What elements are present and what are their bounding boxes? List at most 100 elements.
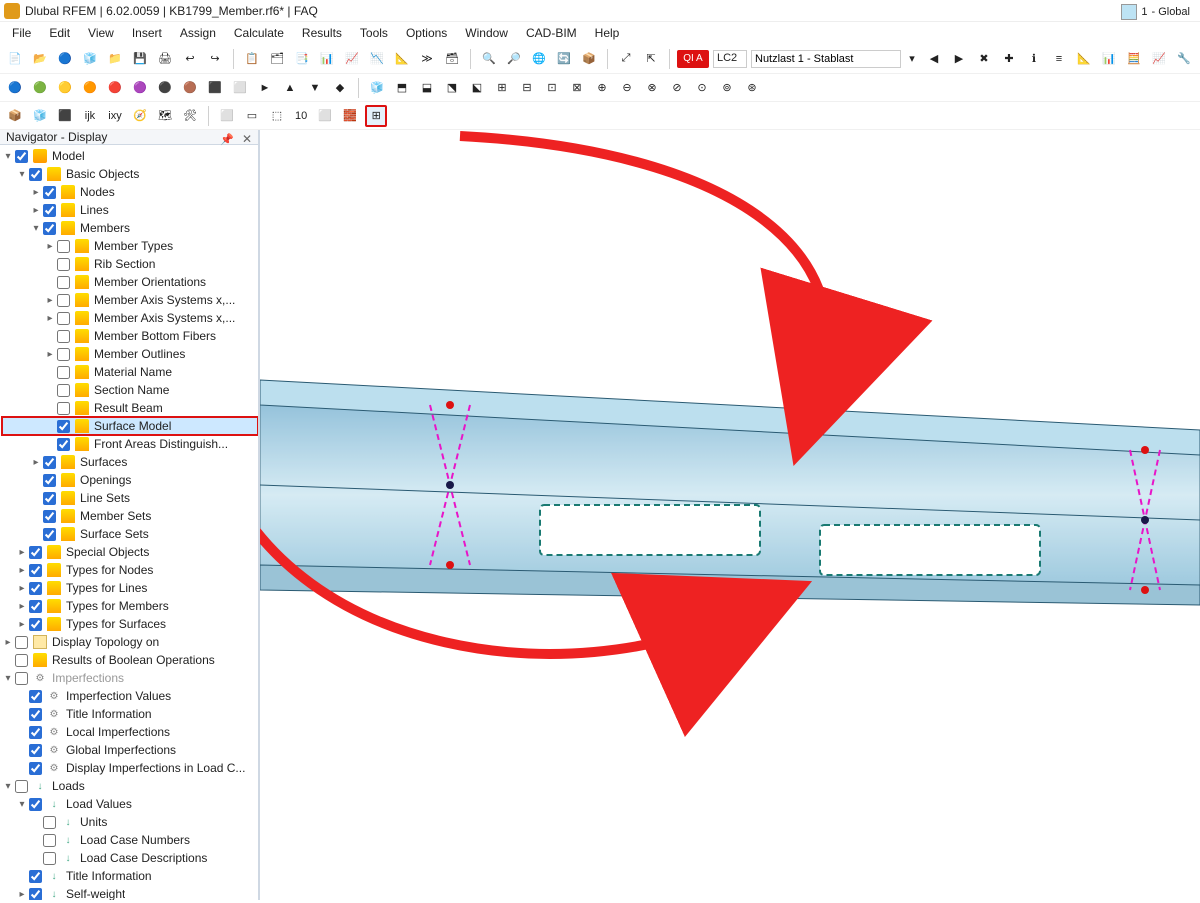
tree-lines[interactable]: ▸Lines (2, 201, 258, 219)
tree-line-sets[interactable]: Line Sets (2, 489, 258, 507)
tb-nav-calc-icon[interactable]: 🧮 (1123, 48, 1145, 70)
tb3-v1-icon[interactable]: ⬜ (216, 105, 238, 127)
menu-help[interactable]: Help (587, 24, 628, 42)
tree-openings[interactable]: Openings (2, 471, 258, 489)
load-case-dropdown[interactable] (751, 50, 901, 68)
tb3-a7-icon[interactable]: 🗺 (154, 105, 176, 127)
quality-badge[interactable]: QI A (677, 50, 709, 68)
tb-nav-chart-icon[interactable]: 📊 (1098, 48, 1120, 70)
tb2-c4-icon[interactable]: 🟠 (79, 77, 101, 99)
tb-box-icon[interactable]: 🗃 (441, 48, 463, 70)
fe-mesh-icon[interactable]: ⊞ (365, 105, 387, 127)
tb2-c12-icon[interactable]: ▲ (279, 77, 301, 99)
tree-rib-section[interactable]: Rib Section (2, 255, 258, 273)
tb-nav-next-icon[interactable]: ▶ (948, 48, 970, 70)
tb-nav-prev-icon[interactable]: ◀ (923, 48, 945, 70)
tree-types-nodes[interactable]: ▸Types for Nodes (2, 561, 258, 579)
tb2-v7-icon[interactable]: ⊟ (516, 77, 538, 99)
tree-section[interactable]: Section Name (2, 381, 258, 399)
tree-local-imp[interactable]: ⚙Local Imperfections (2, 723, 258, 741)
tree-nodes[interactable]: ▸Nodes (2, 183, 258, 201)
tree-types-members[interactable]: ▸Types for Members (2, 597, 258, 615)
tb-nav-info-icon[interactable]: ℹ (1023, 48, 1045, 70)
menu-insert[interactable]: Insert (124, 24, 170, 42)
tb2-c6-icon[interactable]: 🟣 (129, 77, 151, 99)
tree-model[interactable]: ▾Model (2, 147, 258, 165)
model-viewport[interactable] (260, 130, 1200, 900)
tb-undo-icon[interactable]: ↩ (179, 48, 201, 70)
tree-axis1[interactable]: ▸Member Axis Systems x,... (2, 291, 258, 309)
tb-graph3-icon[interactable]: 📉 (366, 48, 388, 70)
tree-self-weight[interactable]: ▸↓Self-weight (2, 885, 258, 900)
tree-bool-results[interactable]: Results of Boolean Operations (2, 651, 258, 669)
tb-arrow2-icon[interactable]: ⇱ (640, 48, 662, 70)
tb2-v5-icon[interactable]: ⬕ (466, 77, 488, 99)
menu-window[interactable]: Window (457, 24, 516, 42)
tb2-c14-icon[interactable]: ◆ (329, 77, 351, 99)
tb2-c5-icon[interactable]: 🔴 (104, 77, 126, 99)
tb-table1-icon[interactable]: 📋 (241, 48, 263, 70)
tb2-v6-icon[interactable]: ⊞ (491, 77, 513, 99)
menu-edit[interactable]: Edit (41, 24, 78, 42)
tree-lc-numbers[interactable]: ↓Load Case Numbers (2, 831, 258, 849)
tb-open-icon[interactable]: 📂 (29, 48, 51, 70)
tb2-v16-icon[interactable]: ⊛ (741, 77, 763, 99)
tree-member-orient[interactable]: Member Orientations (2, 273, 258, 291)
tree-surface-sets[interactable]: Surface Sets (2, 525, 258, 543)
tb3-v3-icon[interactable]: ⬚ (266, 105, 288, 127)
tb-nav-list-icon[interactable]: ≡ (1048, 48, 1070, 70)
tb3-a8-icon[interactable]: 🛠 (179, 105, 201, 127)
tb2-v9-icon[interactable]: ⊠ (566, 77, 588, 99)
tree-surface-model[interactable]: Surface Model (2, 417, 258, 435)
tb-nav-add-icon[interactable]: ✚ (998, 48, 1020, 70)
tb-table2-icon[interactable]: 🗂 (266, 48, 288, 70)
tree-imperfections[interactable]: ▾⚙Imperfections (2, 669, 258, 687)
load-case-code[interactable]: LC2 (713, 50, 747, 68)
tree-front-areas[interactable]: Front Areas Distinguish... (2, 435, 258, 453)
tree-disp-imp-lc[interactable]: ⚙Display Imperfections in Load C... (2, 759, 258, 777)
tree-outlines[interactable]: ▸Member Outlines (2, 345, 258, 363)
tb-print-icon[interactable]: 🖨 (154, 48, 176, 70)
tb-measure-icon[interactable]: 📐 (391, 48, 413, 70)
tree-member-sets[interactable]: Member Sets (2, 507, 258, 525)
tb-redo-icon[interactable]: ↪ (204, 48, 226, 70)
tb-package-icon[interactable]: 📦 (578, 48, 600, 70)
tb2-v4-icon[interactable]: ⬔ (441, 77, 463, 99)
menu-calculate[interactable]: Calculate (226, 24, 292, 42)
tree-types-surfaces[interactable]: ▸Types for Surfaces (2, 615, 258, 633)
tree-types-lines[interactable]: ▸Types for Lines (2, 579, 258, 597)
tree-member-types[interactable]: ▸Member Types (2, 237, 258, 255)
tb3-a2-icon[interactable]: 🧊 (29, 105, 51, 127)
tb-graph2-icon[interactable]: 📈 (341, 48, 363, 70)
tb2-c13-icon[interactable]: ▼ (304, 77, 326, 99)
tree-title-info2[interactable]: ↓Title Information (2, 867, 258, 885)
tb-globe-icon[interactable]: 🌐 (528, 48, 550, 70)
tb-folder-icon[interactable]: 📁 (104, 48, 126, 70)
tb-new-icon[interactable]: 📄 (4, 48, 26, 70)
tree-lc-desc[interactable]: ↓Load Case Descriptions (2, 849, 258, 867)
tb-zoomout-icon[interactable]: 🔎 (503, 48, 525, 70)
tb3-a6-icon[interactable]: 🧭 (129, 105, 151, 127)
tb2-v14-icon[interactable]: ⊙ (691, 77, 713, 99)
tb-nav-graph-icon[interactable]: 📈 (1148, 48, 1170, 70)
tb-nav-tool-icon[interactable]: 🔧 (1173, 48, 1195, 70)
tb2-v13-icon[interactable]: ⊘ (666, 77, 688, 99)
menu-assign[interactable]: Assign (172, 24, 224, 42)
tree-global-imp[interactable]: ⚙Global Imperfections (2, 741, 258, 759)
tree-loads[interactable]: ▾↓Loads (2, 777, 258, 795)
tb2-c11-icon[interactable]: ► (254, 77, 276, 99)
tb2-v1-icon[interactable]: 🧊 (366, 77, 388, 99)
tb-refresh-icon[interactable]: 🔄 (553, 48, 575, 70)
tb3-v2-icon[interactable]: ▭ (241, 105, 263, 127)
pin-icon[interactable]: 📌 (220, 133, 234, 146)
tb-cube-icon[interactable]: 🧊 (79, 48, 101, 70)
tree-axis2[interactable]: ▸Member Axis Systems x,... (2, 309, 258, 327)
tb3-a1-icon[interactable]: 📦 (4, 105, 26, 127)
tree-basic[interactable]: ▾Basic Objects (2, 165, 258, 183)
tree-result-beam[interactable]: Result Beam (2, 399, 258, 417)
tree-members[interactable]: ▾Members (2, 219, 258, 237)
tb3-a4-icon[interactable]: ijk (79, 105, 101, 127)
tree-units[interactable]: ↓Units (2, 813, 258, 831)
tb-table3-icon[interactable]: 📑 (291, 48, 313, 70)
tree-imp-values[interactable]: ⚙Imperfection Values (2, 687, 258, 705)
